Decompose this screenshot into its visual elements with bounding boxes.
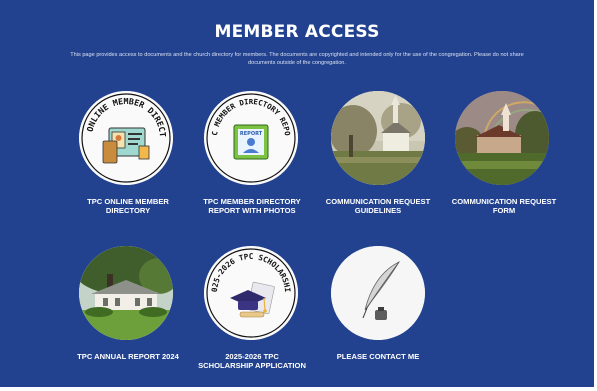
tile-label[interactable]: TPC ANNUAL REPORT 2024 — [73, 352, 183, 361]
tile-label[interactable]: TPC MEMBER DIRECTORY REPORT WITH PHOTOS — [197, 197, 307, 215]
house-oak-image[interactable] — [79, 246, 173, 340]
church-rainbow-image[interactable] — [455, 91, 549, 185]
report-screen-text: REPORT — [240, 131, 263, 137]
member-access-panel: MEMBER ACCESS This page provides access … — [0, 0, 597, 391]
page-title: MEMBER ACCESS — [214, 22, 380, 42]
page-intro-text: This page provides access to documents a… — [70, 52, 524, 66]
tile-label[interactable]: PLEASE CONTACT ME — [323, 352, 433, 361]
tile-label[interactable]: COMMUNICATION REQUEST FORM — [449, 197, 559, 215]
quill-inkwell-icon[interactable] — [331, 246, 425, 340]
tile-label[interactable]: TPC ONLINE MEMBER DIRECTORY — [73, 197, 183, 215]
graduation-cap-icon[interactable]: 2025-2026 TPC SCHOLARSHIP — [204, 246, 298, 340]
directory-report-icon[interactable]: TPC MEMBER DIRECTORY REPORT REPORT — [204, 91, 298, 185]
online-directory-icon[interactable]: TPC ONLINE MEMBER DIRECTORY — [79, 91, 173, 185]
church-painting-image[interactable] — [331, 91, 425, 185]
tile-label[interactable]: 2025-2026 TPC SCHOLARSHIP APPLICATION — [197, 352, 307, 370]
tile-label[interactable]: COMMUNICATION REQUEST GUIDELINES — [323, 197, 433, 215]
